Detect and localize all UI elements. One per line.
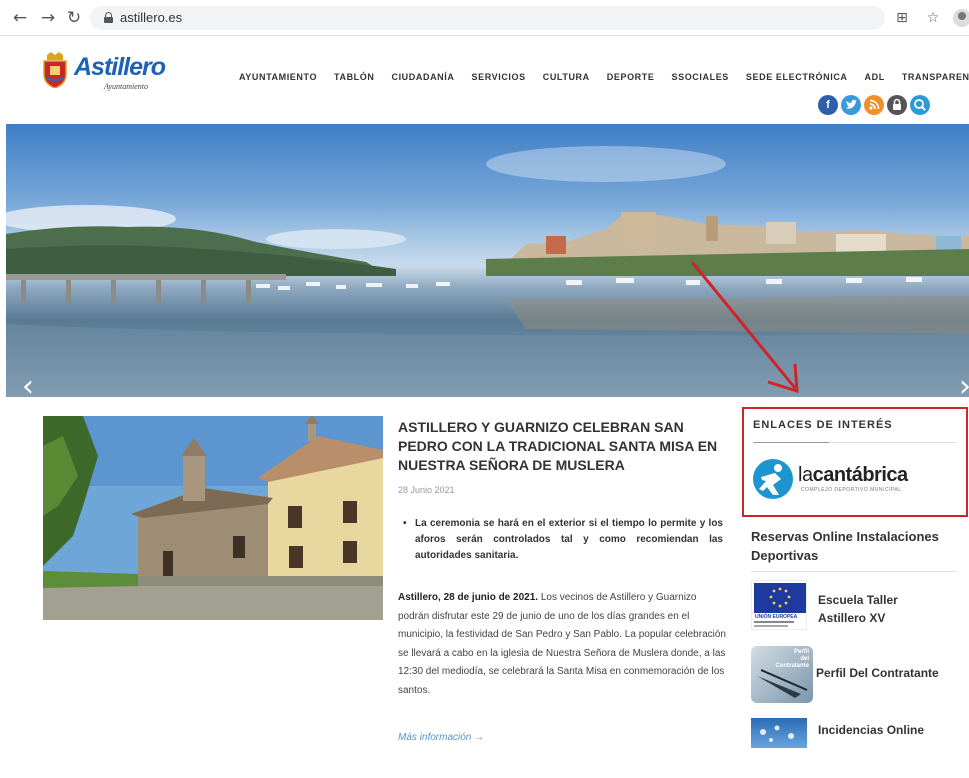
chevron-right-icon[interactable]: › <box>959 372 969 398</box>
coat-of-arms-icon <box>43 52 67 88</box>
article-body-text: Los vecinos de Astillero y Guarnizo podr… <box>398 592 726 696</box>
escuela-taller-link[interactable]: UNIÓN EUROPEA Escuela Taller Astillero X… <box>751 580 966 640</box>
url-text[interactable]: astillero.es <box>120 10 182 25</box>
article-bullet: La ceremonia se hará en el exterior si e… <box>403 516 723 564</box>
address-bar[interactable] <box>90 6 885 30</box>
eu-flag-thumb: UNIÓN EUROPEA <box>751 580 807 630</box>
arrow-right-icon[interactable]: → <box>38 8 58 28</box>
contratante-badge: Perfil del Contratante <box>775 649 809 670</box>
facebook-icon[interactable]: f <box>818 95 838 115</box>
runner-icon <box>753 459 793 499</box>
church-photo <box>43 416 383 620</box>
incidencias-label: Incidencias Online <box>818 723 925 737</box>
perfil-contratante-label: Perfil Del Contratante <box>816 666 939 680</box>
article-title[interactable]: ASTILLERO Y GUARNIZO CELEBRAN SAN PEDRO … <box>398 418 728 475</box>
eu-caption: UNIÓN EUROPEA <box>755 614 798 620</box>
nav-ciudadania[interactable]: CIUDADANÍA <box>391 72 454 82</box>
logo-name: Astillero <box>74 53 166 81</box>
lacantabrica-prefix: la <box>798 464 813 486</box>
escuela-taller-label: Escuela Taller Astillero XV <box>818 593 898 625</box>
reload-icon[interactable]: ↻ <box>64 8 84 28</box>
article-date: 28 Junio 2021 <box>398 485 455 495</box>
profile-icon[interactable] <box>953 9 969 27</box>
contratante-badge-line: Contratante <box>775 663 809 669</box>
site-logo[interactable]: Astillero Ayuntamiento <box>42 48 182 98</box>
nav-sede-electronica[interactable]: SEDE ELECTRÓNICA <box>746 72 848 82</box>
logo-subtitle: Ayuntamiento <box>104 82 148 91</box>
article-image[interactable] <box>43 416 383 620</box>
more-info-link[interactable]: Más información → <box>398 732 484 743</box>
contratante-thumb: Perfil del Contratante <box>751 646 813 703</box>
search-icon[interactable] <box>910 95 930 115</box>
lacantabrica-subtitle: COMPLEJO DEPORTIVO MUNICIPAL <box>801 487 902 493</box>
browser-toolbar: ← → ↻ astillero.es ⊞ ☆ <box>0 0 969 36</box>
main-navigation: AYUNTAMIENTO TABLÓN CIUDADANÍA SERVICIOS… <box>239 72 969 82</box>
contratante-badge-line: del <box>800 656 809 662</box>
lock-icon[interactable] <box>887 95 907 115</box>
star-icon[interactable]: ☆ <box>924 9 942 27</box>
chevron-left-icon[interactable]: ‹ <box>22 372 34 398</box>
nav-ayuntamiento[interactable]: AYUNTAMIENTO <box>239 72 317 82</box>
nav-deporte[interactable]: DEPORTE <box>607 72 655 82</box>
lacantabrica-wordmark: lacantábrica <box>798 464 908 487</box>
nav-transparencia[interactable]: TRANSPARENCIA <box>902 72 969 82</box>
arrow-left-icon[interactable]: ← <box>10 8 30 28</box>
lacantabrica-name: cantábrica <box>812 464 909 486</box>
sidebar-divider-accent <box>753 442 829 443</box>
article-body: Astillero, 28 de junio de 2021. Los veci… <box>398 589 728 700</box>
hero-slider[interactable]: ‹ › <box>6 124 969 397</box>
contratante-badge-line: Perfil <box>793 649 809 655</box>
incidencias-link[interactable]: Incidencias Online <box>751 718 966 778</box>
lock-icon[interactable] <box>104 12 113 23</box>
hero-panorama-image <box>6 146 969 397</box>
nav-tablon[interactable]: TABLÓN <box>334 72 374 82</box>
qr-code-icon[interactable]: ⊞ <box>893 9 911 27</box>
lacantabrica-logo[interactable]: lacantábrica COMPLEJO DEPORTIVO MUNICIPA… <box>753 459 953 504</box>
nav-servicios[interactable]: SERVICIOS <box>471 72 525 82</box>
twitter-icon[interactable] <box>841 95 861 115</box>
nav-adl[interactable]: ADL <box>865 72 885 82</box>
sidebar-heading: ENLACES DE INTERÉS <box>753 419 893 431</box>
perfil-contratante-link[interactable]: Perfil del Contratante Perfil Del Contra… <box>751 646 966 706</box>
article-body-lead: Astillero, 28 de junio de 2021. <box>398 592 539 603</box>
reservas-link[interactable]: Reservas Online Instalaciones Deportivas <box>751 527 961 565</box>
sidebar-divider <box>751 571 957 572</box>
nav-cultura[interactable]: CULTURA <box>543 72 590 82</box>
nav-ssociales[interactable]: SSOCIALES <box>671 72 728 82</box>
rss-icon[interactable] <box>864 95 884 115</box>
